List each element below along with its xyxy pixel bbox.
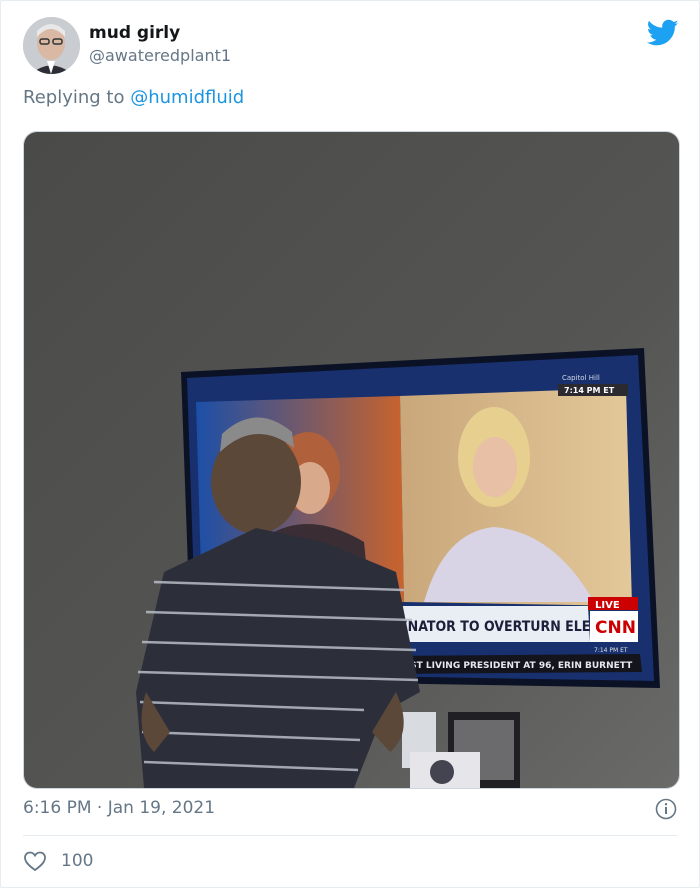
tv-network-logo: CNN bbox=[595, 618, 636, 638]
photo-scene: SENATOR TO OVERTURN ELECTION LIVE CNN 7:… bbox=[24, 132, 679, 788]
user-handle[interactable]: @awateredplant1 bbox=[89, 46, 231, 65]
divider bbox=[23, 835, 678, 836]
replying-to-link[interactable]: @humidfluid bbox=[130, 87, 244, 108]
replying-to: Replying to @humidfluid bbox=[23, 87, 244, 108]
tv-ticker: EST LIVING PRESIDENT AT 96, ERIN BURNETT bbox=[404, 661, 633, 671]
tv-live-badge: LIVE bbox=[595, 600, 620, 611]
tv-corner-time: 7:14 PM ET bbox=[564, 386, 615, 395]
tweet-card: mud girly @awateredplant1 Replying to @h… bbox=[0, 0, 700, 888]
heart-icon[interactable] bbox=[23, 850, 47, 872]
tv-small-time: 7:14 PM ET bbox=[594, 647, 628, 654]
display-name[interactable]: mud girly bbox=[89, 23, 180, 43]
like-count: 100 bbox=[61, 851, 94, 871]
tweet-timestamp[interactable]: 6:16 PM · Jan 19, 2021 bbox=[23, 798, 215, 818]
tweet-photo[interactable]: SENATOR TO OVERTURN ELECTION LIVE CNN 7:… bbox=[23, 131, 680, 789]
avatar[interactable] bbox=[23, 17, 80, 74]
tv-corner-location: Capitol Hill bbox=[562, 374, 600, 382]
info-icon[interactable] bbox=[655, 798, 677, 820]
twitter-bird-icon[interactable] bbox=[647, 19, 679, 47]
replying-prefix: Replying to bbox=[23, 87, 125, 108]
like-action[interactable]: 100 bbox=[23, 848, 93, 874]
avatar-photo bbox=[23, 17, 80, 74]
